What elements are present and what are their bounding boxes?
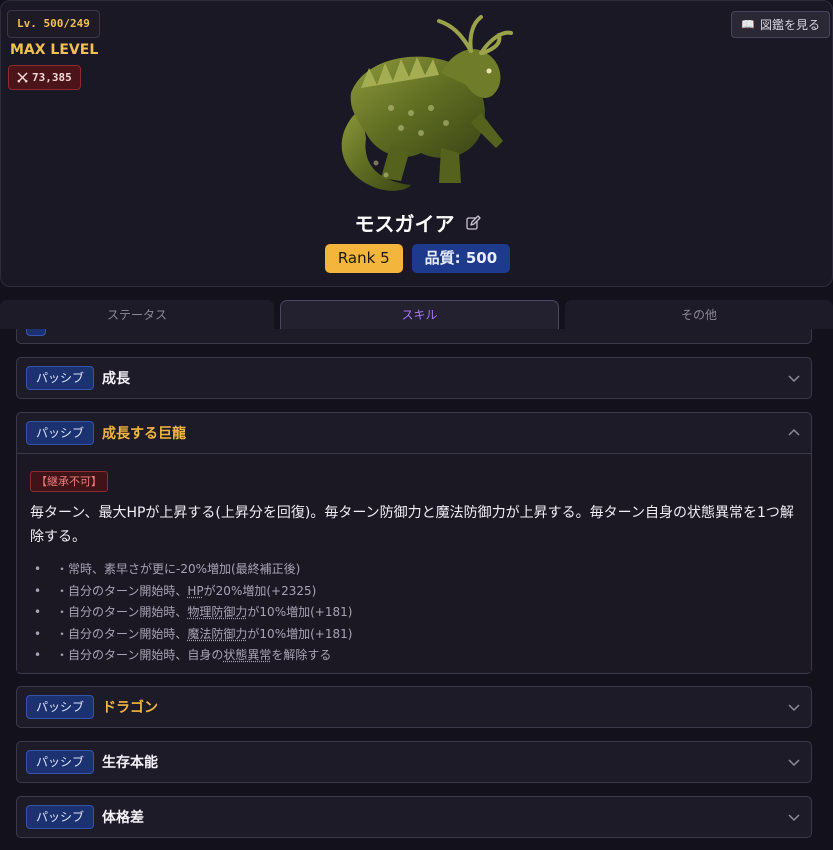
power-value: 73,385 [32,71,72,84]
chevron-down-icon[interactable] [787,755,801,769]
passive-tag: パッシブ [26,805,95,829]
effect-item: ・自分のターン開始時、HPが20%増加(+2325) [30,581,798,603]
tab-status[interactable]: ステータス [0,300,274,329]
rank-quality-row: Rank 5 品質: 500 [1,244,833,273]
effect-item: ・常時、素早さが更に-20%増加(最終補正後) [30,559,798,581]
non-inheritable-badge: 【継承不可】 [30,471,108,492]
status-term[interactable]: 状態異常 [223,648,271,662]
skill-name: 体格差 [102,810,145,826]
effect-item: ・自分のターン開始時、自身の状態異常を解除する [30,645,798,667]
skill-name: 成長 [102,371,131,387]
passive-tag: パッシブ [26,421,95,445]
stat-term[interactable]: 魔法防御力 [187,627,247,641]
stat-term[interactable]: 物理防御力 [187,605,247,619]
power-badge: 73,385 [8,65,81,90]
view-encyclopedia-label: 図鑑を見る [759,18,820,32]
skill-list[interactable]: パッシブ 成長 パッシブ 成長する巨龍 【継承不可】 毎ターン、最大HPが上昇す… [0,329,833,850]
passive-tag: パッシブ [26,366,95,390]
skill-description: 毎ターン、最大HPが上昇する(上昇分を回復)。毎ターン防御力と魔法防御力が上昇す… [30,505,794,545]
tab-other[interactable]: その他 [565,300,833,329]
effect-item: ・自分のターン開始時、魔法防御力が10%増加(+181) [30,624,798,646]
crossed-swords-icon [17,72,28,83]
passive-tag: パッシブ [26,695,95,719]
skill-card[interactable]: パッシブ 生存本能 [16,741,812,783]
skill-card-offscreen[interactable] [16,329,812,344]
open-book-icon: 📖 [741,18,755,31]
tab-skills[interactable]: スキル [280,300,559,329]
monster-name-row: モスガイア [1,208,833,237]
chevron-down-icon[interactable] [787,371,801,385]
view-encyclopedia-button[interactable]: 📖 図鑑を見る [731,11,830,38]
passive-tag: パッシブ [26,750,95,774]
passive-tag [26,329,46,336]
skill-card[interactable]: パッシブ 体格差 [16,796,812,838]
chevron-up-icon[interactable] [787,426,801,440]
chevron-down-icon[interactable] [787,700,801,714]
skill-card[interactable]: パッシブ 成長 [16,357,812,399]
skill-detail: 【継承不可】 毎ターン、最大HPが上昇する(上昇分を回復)。毎ターン防御力と魔法… [17,453,811,672]
monster-portrait [341,15,513,191]
effect-item: ・自分のターン開始時、物理防御力が10%増加(+181) [30,602,798,624]
max-level-label: MAX LEVEL [10,42,99,58]
quality-badge: 品質: 500 [411,244,511,273]
skill-card-expanded[interactable]: パッシブ 成長する巨龍 【継承不可】 毎ターン、最大HPが上昇する(上昇分を回復… [16,412,812,674]
tab-bar: ステータス スキル その他 [0,300,833,329]
level-badge: Lv. 500/249 [7,10,100,38]
skill-name: 成長する巨龍 [102,426,187,442]
monster-header-card: Lv. 500/249 MAX LEVEL 73,385 📖 図鑑を見る モスガ… [0,0,833,287]
edit-name-icon[interactable] [465,214,481,231]
skill-effects: ・常時、素早さが更に-20%増加(最終補正後) ・自分のターン開始時、HPが20… [30,559,798,667]
rank-badge: Rank 5 [324,244,403,273]
skill-name: ドラゴン [102,700,159,716]
monster-name: モスガイア [354,212,455,236]
chevron-down-icon[interactable] [787,810,801,824]
stat-term[interactable]: HP [187,584,203,598]
skill-name: 生存本能 [102,755,159,771]
skill-card[interactable]: パッシブ ドラゴン [16,686,812,728]
